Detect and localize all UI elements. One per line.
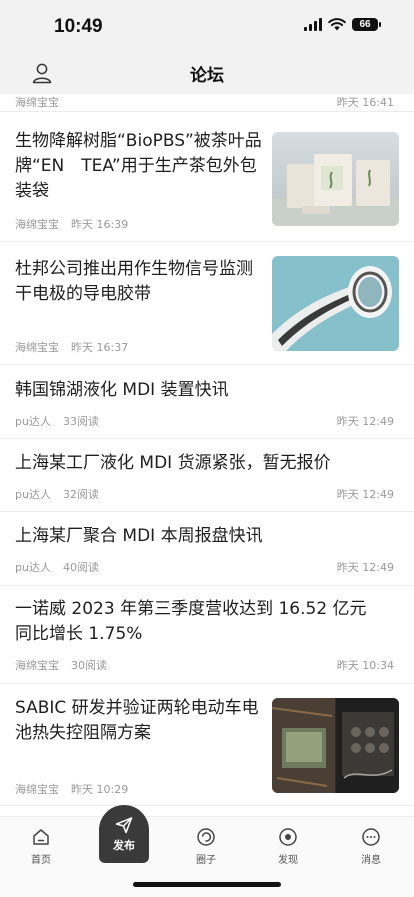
article-author: pu达人 <box>15 415 51 428</box>
cellular-signal-icon <box>304 18 322 31</box>
article-thumbnail <box>272 132 399 226</box>
tab-label: 圈子 <box>196 855 216 866</box>
article-title: 韩国锦湖液化 MDI 装置快讯 <box>15 380 229 400</box>
article-meta: 海绵宝宝 30阅读 <box>15 657 107 673</box>
wifi-icon <box>328 18 346 31</box>
article-views: 33阅读 <box>62 415 99 428</box>
tab-home[interactable]: 首页 <box>11 827 71 866</box>
home-icon <box>33 829 49 845</box>
article-title: 生物降解树脂“BioPBS”被茶叶品牌“EN TEA”用于生产茶包外包装袋 <box>15 131 262 201</box>
circle-icon <box>197 828 215 846</box>
home-indicator[interactable] <box>133 882 281 887</box>
article-meta: pu达人 33阅读 <box>15 413 99 429</box>
article-author: 海绵宝宝 <box>15 783 59 796</box>
nav-bar: 论坛 <box>0 50 414 94</box>
article-meta: 海绵宝宝 昨天 16:37 <box>15 339 128 355</box>
article-time: 昨天 12:49 <box>336 488 394 501</box>
list-item[interactable]: 上海某工厂液化 MDI 货源紧张，暂无报价 pu达人 32阅读 昨天 12:49 <box>0 439 414 512</box>
list-item[interactable]: 海绵宝宝 昨天 16:41 <box>0 94 414 112</box>
discover-icon <box>279 828 297 846</box>
article-thumbnail <box>272 256 399 351</box>
article-time: 昨天 12:49 <box>336 415 394 428</box>
article-title: 上海某厂聚合 MDI 本周报盘快讯 <box>15 526 263 546</box>
article-author: 海绵宝宝 <box>15 659 59 672</box>
tab-label: 首页 <box>31 855 51 866</box>
article-time: 昨天 10:34 <box>336 659 394 672</box>
article-time: 昨天 16:41 <box>336 96 394 109</box>
article-title: SABIC 研发并验证两轮电动车电池热失控阻隔方案 <box>15 698 259 743</box>
article-time: 昨天 16:39 <box>71 218 129 231</box>
tab-messages[interactable]: 消息 <box>341 827 401 866</box>
send-icon <box>115 817 133 834</box>
list-item[interactable]: 一诺威 2023 年第三季度营收达到 16.52 亿元 同比增长 1.75% 海… <box>0 586 414 684</box>
tab-label: 消息 <box>361 855 381 866</box>
status-bar: 10:49 66 <box>0 0 414 50</box>
list-item[interactable]: SABIC 研发并验证两轮电动车电池热失控阻隔方案 海绵宝宝 昨天 10:29 <box>0 684 414 806</box>
battery-icon: 66 <box>352 18 381 31</box>
article-author: 海绵宝宝 <box>15 96 59 109</box>
tab-discover[interactable]: 发现 <box>258 827 318 866</box>
tab-label: 发现 <box>278 855 298 866</box>
article-views: 40阅读 <box>62 561 99 574</box>
article-title: 一诺威 2023 年第三季度营收达到 16.52 亿元 同比增长 1.75% <box>15 599 384 644</box>
list-item[interactable]: 韩国锦湖液化 MDI 装置快讯 pu达人 33阅读 昨天 12:49 <box>0 365 414 439</box>
article-title: 杜邦公司推出用作生物信号监测干电极的导电胶带 <box>15 259 253 304</box>
article-author: pu达人 <box>15 561 51 574</box>
status-time: 10:49 <box>54 16 103 37</box>
article-views: 30阅读 <box>71 659 107 672</box>
article-title: 上海某工厂液化 MDI 货源紧张，暂无报价 <box>15 453 331 473</box>
forum-list: 海绵宝宝 昨天 16:41 生物降解树脂“BioPBS”被茶叶品牌“EN TEA… <box>0 94 414 816</box>
article-time: 昨天 10:29 <box>71 783 129 796</box>
publish-button[interactable]: 发布 <box>99 805 149 863</box>
article-time: 昨天 12:49 <box>336 561 394 574</box>
message-icon <box>362 828 380 846</box>
tab-circles[interactable]: 圈子 <box>176 827 236 866</box>
article-time: 昨天 16:37 <box>71 341 129 354</box>
article-views: 32阅读 <box>62 488 99 501</box>
status-icons: 66 <box>304 18 381 31</box>
list-item[interactable]: 杜邦公司推出用作生物信号监测干电极的导电胶带 海绵宝宝 昨天 16:37 <box>0 242 414 365</box>
page-title: 论坛 <box>190 66 224 86</box>
publish-label: 发布 <box>113 839 135 852</box>
article-author: 海绵宝宝 <box>15 341 59 354</box>
article-meta: pu达人 32阅读 <box>15 486 99 502</box>
article-meta: 海绵宝宝 昨天 16:39 <box>15 216 128 232</box>
list-item[interactable]: 上海某厂聚合 MDI 本周报盘快讯 pu达人 40阅读 昨天 12:49 <box>0 512 414 586</box>
article-author: 海绵宝宝 <box>15 218 59 231</box>
article-thumbnail <box>272 698 399 793</box>
list-item[interactable]: 生物降解树脂“BioPBS”被茶叶品牌“EN TEA”用于生产茶包外包装袋 海绵… <box>0 112 414 242</box>
article-author: pu达人 <box>15 488 51 501</box>
article-meta: pu达人 40阅读 <box>15 559 99 575</box>
article-meta: 海绵宝宝 昨天 10:29 <box>15 781 128 797</box>
